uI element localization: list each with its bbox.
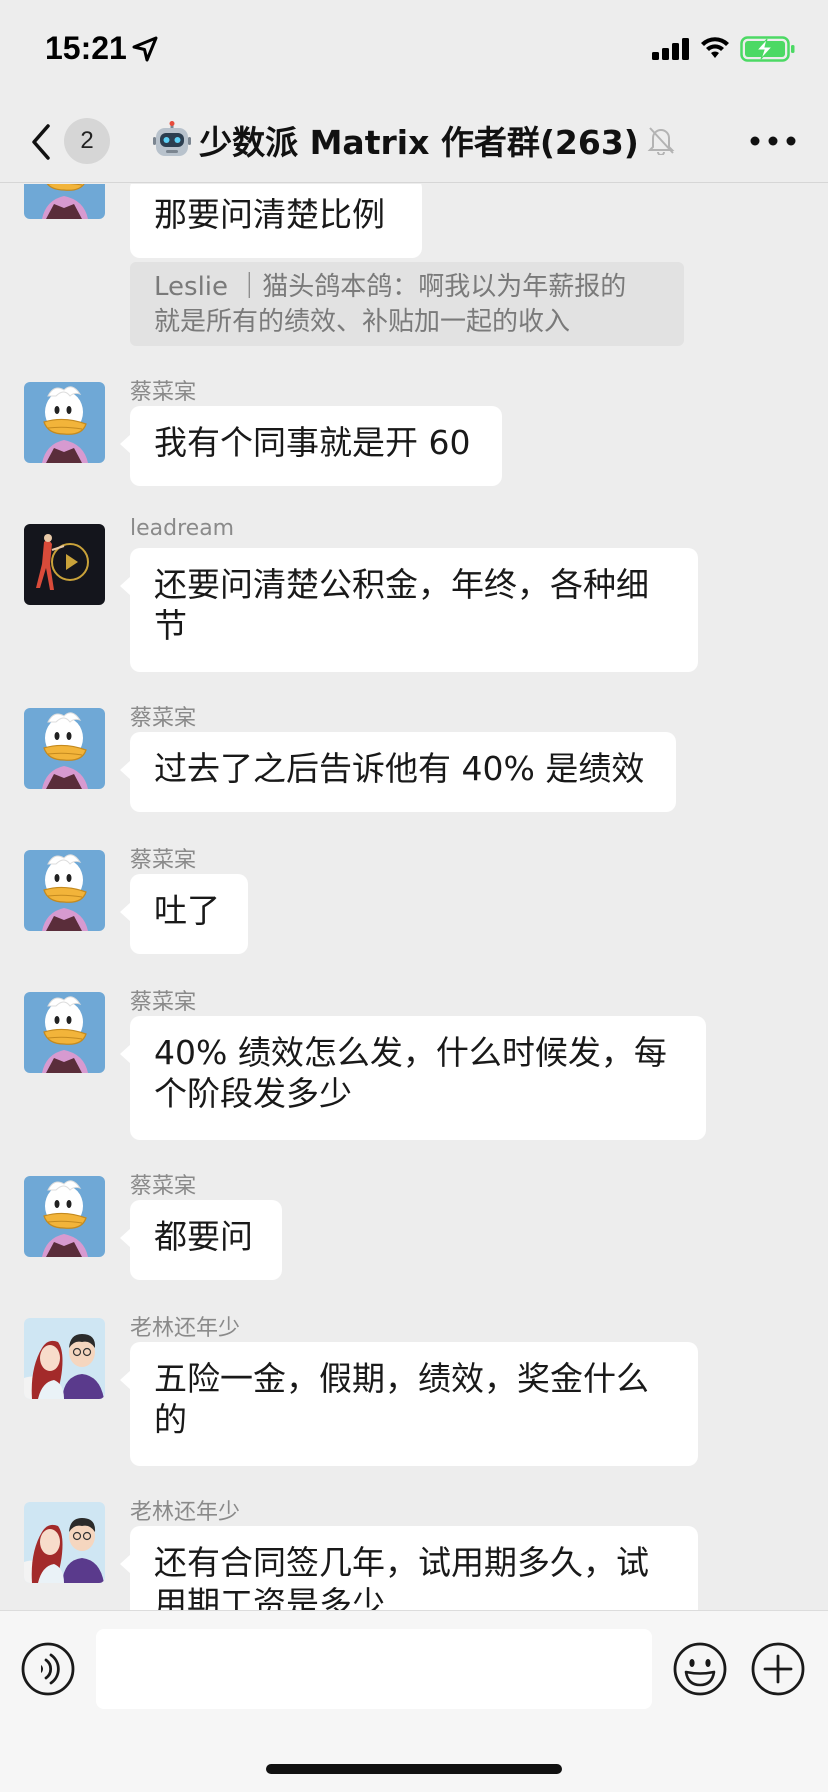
avatar[interactable] [24, 382, 105, 463]
sender-name: leadream [130, 516, 235, 541]
sender-name: 蔡菜宲 [130, 706, 197, 731]
message-text-line: 用期工资是多少 [154, 1584, 385, 1610]
sender-name: 蔡菜宲 [130, 848, 197, 873]
wifi-icon [701, 37, 729, 58]
avatar[interactable] [24, 1318, 105, 1399]
message-bubble[interactable]: 我有个同事就是开 60 [120, 406, 502, 486]
status-time: 15:21 [45, 30, 127, 66]
message-bubble[interactable]: 五险一金，假期，绩效，奖金什么 的 [120, 1342, 698, 1466]
bell-slash-icon [647, 127, 675, 155]
chat-title[interactable]: 少数派 Matrix 作者群(263) [0, 116, 828, 167]
avatar[interactable] [24, 992, 105, 1073]
sender-name: 蔡菜宲 [130, 990, 197, 1015]
avatar[interactable] [24, 524, 105, 605]
plus-button[interactable] [750, 1641, 806, 1697]
robot-icon [153, 121, 192, 156]
message-input[interactable] [96, 1629, 652, 1709]
sender-name: 蔡菜宲 [130, 1174, 197, 1199]
avatar[interactable] [24, 708, 105, 789]
message-text-line: 的 [154, 1400, 187, 1439]
cellular-signal-icon [652, 38, 689, 60]
avatar[interactable] [24, 1176, 105, 1257]
quote-line: 就是所有的绩效、补贴加一起的收入 [154, 307, 571, 337]
voice-icon [21, 1642, 75, 1696]
message-bubble[interactable]: 过去了之后告诉他有 40% 是绩效 [120, 732, 676, 812]
avatar[interactable] [24, 184, 105, 219]
sender-name: 老林还年少 [130, 1316, 241, 1341]
message-text: 那要问清楚比例 [154, 195, 385, 234]
message-text-line: 个阶段发多少 [154, 1074, 352, 1113]
avatar[interactable] [24, 1502, 105, 1583]
message-bubble[interactable]: 还有合同签几年，试用期多久，试 用期工资是多少 [120, 1526, 698, 1610]
message-text: 过去了之后告诉他有 40% 是绩效 [154, 749, 645, 788]
voice-button[interactable] [20, 1641, 76, 1697]
battery-charging-icon [740, 36, 795, 62]
emoji-button[interactable] [672, 1641, 728, 1697]
message-text-line: 40% 绩效怎么发，什么时候发，每 [154, 1033, 667, 1072]
chat-title-text: 少数派 Matrix 作者群(263) [199, 123, 639, 162]
sender-name: 蔡菜宲 [130, 380, 197, 405]
message-bubble[interactable]: 还要问清楚公积金，年终，各种细 节 [120, 548, 698, 672]
message-text-line: 节 [154, 606, 187, 645]
message-bubble[interactable]: 那要问清楚比例 [130, 184, 422, 258]
message-text-line: 还要问清楚公积金，年终，各种细 [154, 565, 649, 604]
quote-line: Leslie ｜猫头鸽本鸽：啊我以为年薪报的 [154, 272, 627, 302]
message-text: 我有个同事就是开 60 [154, 423, 471, 462]
location-arrow-icon [132, 36, 158, 62]
message-list[interactable]: 那要问清楚比例 Leslie ｜猫头鸽本鸽：啊我以为年薪报的 就是所有的绩效、补… [0, 184, 828, 1610]
message-bubble[interactable]: 都要问 [120, 1200, 282, 1280]
message-bubble[interactable]: 40% 绩效怎么发，什么时候发，每 个阶段发多少 [120, 1016, 706, 1140]
message-text: 都要问 [154, 1217, 253, 1256]
status-bar: 15:21 [0, 0, 828, 100]
message-text-line: 五险一金，假期，绩效，奖金什么 [154, 1359, 649, 1398]
sender-name: 老林还年少 [130, 1500, 241, 1525]
emoji-smile-icon [673, 1642, 727, 1696]
avatar[interactable] [24, 850, 105, 931]
home-indicator [266, 1764, 562, 1774]
plus-circle-icon [751, 1642, 805, 1696]
quoted-message[interactable]: Leslie ｜猫头鸽本鸽：啊我以为年薪报的 就是所有的绩效、补贴加一起的收入 [130, 262, 684, 346]
message-bubble[interactable]: 吐了 [120, 874, 248, 954]
message-text: 吐了 [154, 891, 220, 930]
message-text-line: 还有合同签几年，试用期多久，试 [154, 1543, 649, 1582]
